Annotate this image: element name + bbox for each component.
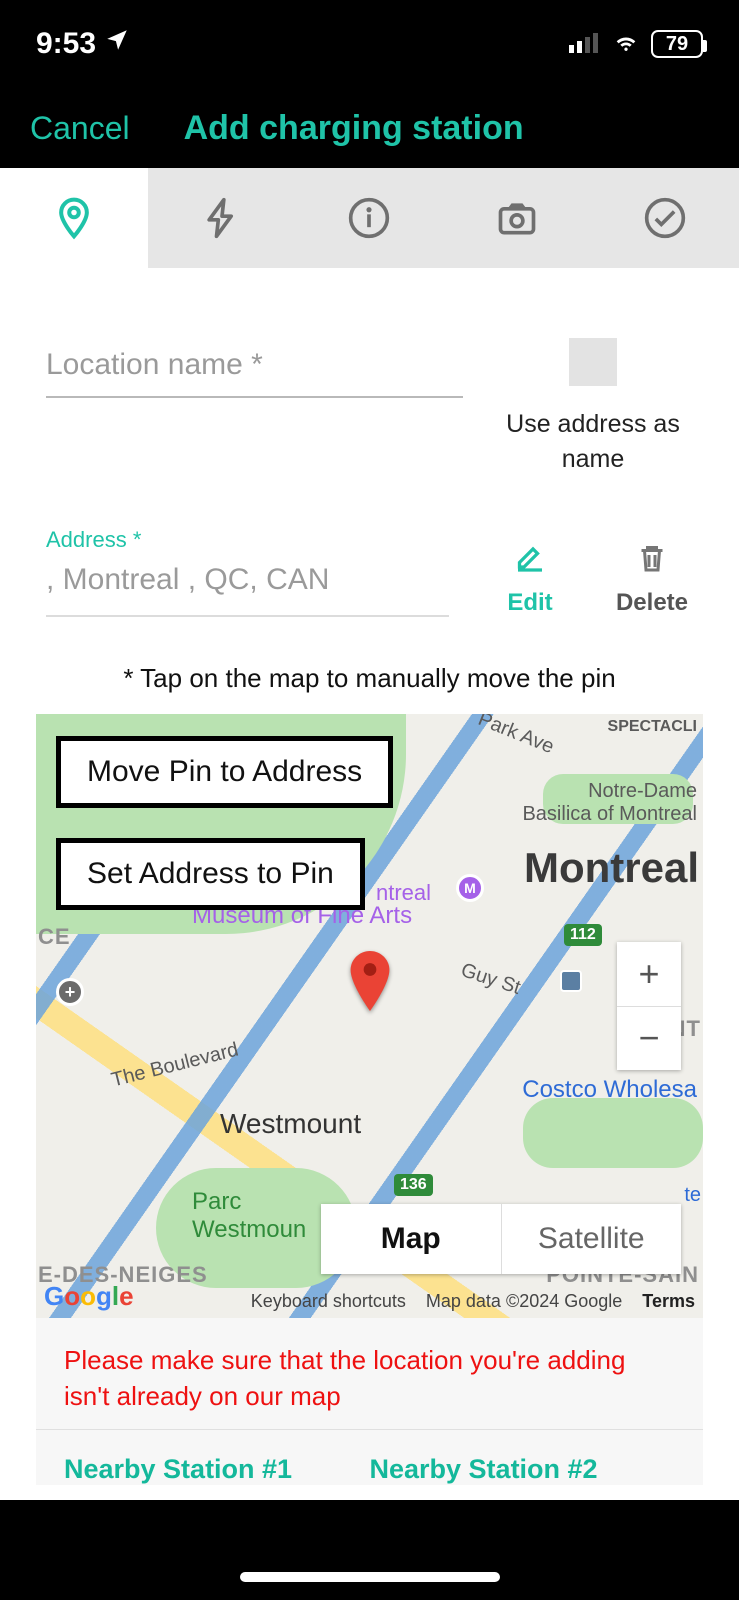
map-label: Westmount (220, 1108, 361, 1140)
wifi-icon (611, 27, 641, 61)
zoom-in-button[interactable]: + (617, 942, 681, 1007)
map-label: Guy St (458, 959, 523, 1000)
zoom-control: + − (617, 942, 681, 1070)
map-label: Notre-Dame Basilica of Montreal (522, 780, 697, 826)
step-power[interactable] (148, 168, 296, 268)
set-address-to-pin-button[interactable]: Set Address to Pin (56, 838, 365, 910)
cancel-button[interactable]: Cancel (30, 110, 130, 147)
nav-bar: Cancel Add charging station (0, 88, 739, 168)
use-address-as-name-checkbox[interactable] (569, 338, 617, 386)
map-data-label: Map data ©2024 Google (426, 1291, 622, 1312)
location-arrow-icon (104, 27, 130, 61)
step-info[interactable] (296, 168, 444, 268)
bolt-icon (200, 196, 244, 240)
step-done[interactable] (591, 168, 739, 268)
step-photo[interactable] (443, 168, 591, 268)
google-logo: Google (44, 1281, 134, 1312)
location-name-input[interactable] (46, 338, 463, 398)
home-indicator[interactable] (240, 1572, 500, 1582)
keyboard-shortcuts-link[interactable]: Keyboard shortcuts (251, 1291, 406, 1312)
map-label: CE (38, 924, 71, 950)
map-type-toggle: Map Satellite (321, 1204, 681, 1274)
edit-address-button[interactable]: Edit (489, 540, 571, 617)
trash-icon (634, 540, 670, 576)
map-label-city: Montreal (524, 844, 699, 892)
nearby-station-2-link[interactable]: Nearby Station #2 (370, 1454, 676, 1485)
route-shield: 136 (394, 1174, 433, 1196)
zoom-out-button[interactable]: − (617, 1007, 681, 1071)
camera-icon (495, 196, 539, 240)
map-pin-icon (348, 951, 392, 1011)
check-circle-icon (643, 196, 687, 240)
pencil-icon (512, 540, 548, 576)
page-title: Add charging station (184, 109, 524, 148)
move-pin-to-address-button[interactable]: Move Pin to Address (56, 736, 393, 808)
map-label: te (684, 1184, 701, 1207)
map-pin-icon (52, 196, 96, 240)
map-label: Costco Wholesa (522, 1076, 697, 1104)
cellular-icon (569, 27, 601, 61)
map-type-satellite[interactable]: Satellite (501, 1204, 682, 1274)
map-label: SPECTACLI (608, 718, 697, 736)
terms-link[interactable]: Terms (642, 1291, 695, 1312)
map[interactable]: SPECTACLI Park Ave Notre-Dame Basilica o… (36, 714, 703, 1318)
status-time: 9:53 (36, 27, 96, 61)
info-icon (347, 196, 391, 240)
map-type-map[interactable]: Map (321, 1204, 501, 1274)
address-value[interactable]: , Montreal , QC, CAN (46, 559, 449, 617)
use-address-as-name-label: Use address as name (493, 407, 693, 477)
map-hint: * Tap on the map to manually move the pi… (46, 663, 693, 694)
route-shield: 112 (564, 924, 602, 946)
battery-icon: 79 (651, 30, 703, 58)
map-label: Parc Westmoun (192, 1188, 306, 1244)
step-location[interactable] (0, 168, 148, 268)
museum-poi-icon: M (456, 874, 484, 902)
address-label: Address * (46, 527, 449, 553)
hospital-poi-icon: + (56, 978, 84, 1006)
duplicate-warning: Please make sure that the location you'r… (64, 1342, 675, 1415)
map-pin-marker[interactable] (348, 951, 392, 1016)
home-indicator-bar (0, 1500, 739, 1600)
delete-address-button[interactable]: Delete (611, 540, 693, 617)
nearby-station-1-link[interactable]: Nearby Station #1 (64, 1454, 370, 1485)
wizard-tabs (0, 168, 739, 268)
map-label: The Boulevard (109, 1039, 241, 1093)
map-label: Park Ave (475, 714, 558, 759)
transit-poi-icon (560, 970, 582, 992)
status-bar: 9:53 79 (0, 0, 739, 88)
